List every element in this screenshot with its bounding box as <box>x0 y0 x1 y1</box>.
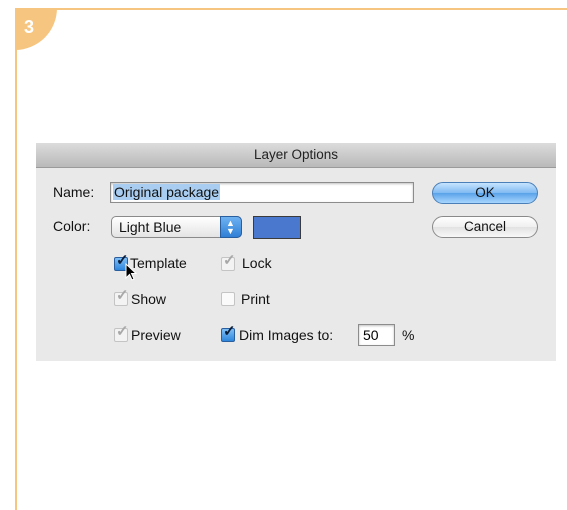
percent-unit-label: % <box>402 327 415 343</box>
color-select-value: Light Blue <box>119 219 182 235</box>
dim-images-checkbox[interactable]: ✓ <box>221 324 236 342</box>
lock-checkbox[interactable]: ✓ <box>221 253 236 271</box>
select-arrows-icon: ▲ ▼ <box>220 216 242 238</box>
checkmark-icon: ✓ <box>116 323 129 340</box>
step-badge: 3 <box>15 8 57 50</box>
color-label: Color: <box>53 218 91 234</box>
color-swatch[interactable] <box>253 216 301 239</box>
checkmark-icon: ✓ <box>223 323 236 340</box>
checkmark-icon: ✓ <box>116 287 129 304</box>
dim-images-percent-field[interactable]: 50 <box>358 324 395 346</box>
step-number: 3 <box>24 17 35 37</box>
checkmark-icon: ✓ <box>223 252 236 269</box>
cancel-button[interactable]: Cancel <box>432 216 538 238</box>
template-label: Template <box>130 255 187 271</box>
dialog-title: Layer Options <box>36 143 556 168</box>
name-field[interactable]: Original package <box>110 182 414 203</box>
print-label: Print <box>241 291 270 307</box>
frame-left-border <box>15 8 17 510</box>
color-select[interactable]: Light Blue ▲ ▼ <box>111 216 242 238</box>
name-field-value: Original package <box>113 184 221 200</box>
lock-label: Lock <box>242 255 272 271</box>
layer-options-dialog: Layer Options Name: Original package OK … <box>36 143 556 361</box>
frame-top-border <box>15 8 567 10</box>
dim-images-label: Dim Images to: <box>239 327 334 343</box>
show-label: Show <box>131 291 167 307</box>
show-checkbox[interactable]: ✓ <box>114 288 129 306</box>
preview-checkbox[interactable]: ✓ <box>114 324 129 342</box>
ok-button[interactable]: OK <box>432 182 538 204</box>
mouse-pointer-icon <box>125 263 137 281</box>
name-label: Name: <box>53 184 95 200</box>
print-checkbox[interactable] <box>221 292 235 306</box>
preview-label: Preview <box>131 327 181 343</box>
